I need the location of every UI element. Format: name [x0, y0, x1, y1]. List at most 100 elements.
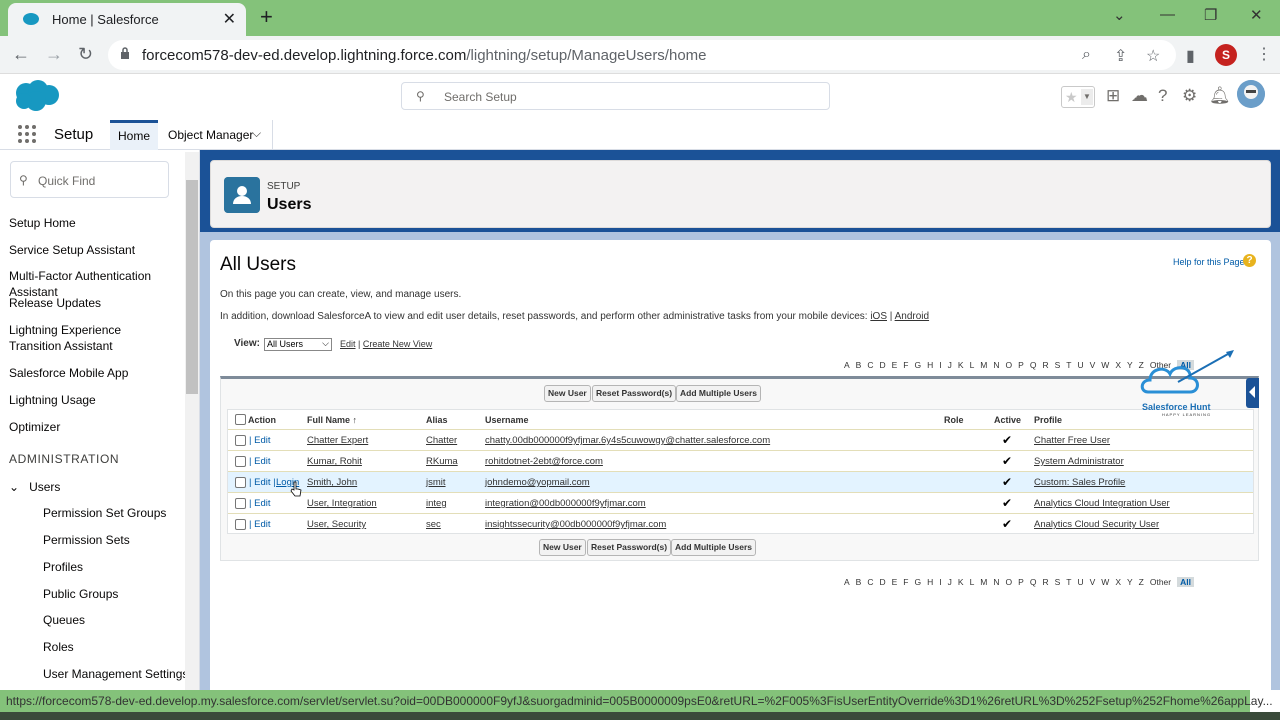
- row-profile[interactable]: System Administrator: [1034, 456, 1124, 467]
- sidebar-item-user-management-settings[interactable]: User Management Settings: [43, 667, 188, 681]
- row-checkbox[interactable]: [235, 477, 246, 488]
- alphabet-filter-h[interactable]: H: [927, 577, 933, 587]
- ios-link[interactable]: iOS: [870, 311, 887, 322]
- sidebar-item-setup-home[interactable]: Setup Home: [9, 215, 184, 231]
- alphabet-filter-d[interactable]: D: [879, 577, 885, 587]
- row-full-name[interactable]: User, Integration: [307, 498, 377, 509]
- alphabet-filter-m[interactable]: M: [980, 577, 987, 587]
- sidebar-item-mobile-app[interactable]: Salesforce Mobile App: [9, 365, 184, 381]
- user-avatar[interactable]: [1237, 80, 1265, 108]
- row-full-name[interactable]: Chatter Expert: [307, 435, 368, 446]
- alphabet-filter-e[interactable]: E: [892, 577, 898, 587]
- alphabet-filter-h[interactable]: H: [927, 360, 933, 370]
- alphabet-filter-a[interactable]: A: [844, 577, 850, 587]
- sidebar-item-users[interactable]: ⌄ Users: [9, 480, 60, 494]
- side-panel-toggle[interactable]: [1246, 378, 1259, 408]
- sidebar-item-lightning-usage[interactable]: Lightning Usage: [9, 392, 184, 408]
- alphabet-filter-t[interactable]: T: [1066, 577, 1071, 587]
- alphabet-filter-z[interactable]: Z: [1139, 577, 1144, 587]
- row-edit-link[interactable]: | Edit: [249, 498, 270, 509]
- column-header-full-name[interactable]: Full Name ↑: [307, 415, 357, 425]
- share-icon[interactable]: ⇪: [1114, 46, 1127, 66]
- minimize-icon[interactable]: —: [1160, 6, 1175, 23]
- alphabet-filter-k[interactable]: K: [958, 577, 964, 587]
- gear-icon[interactable]: ⚙: [1182, 86, 1197, 106]
- row-alias[interactable]: sec: [426, 519, 441, 530]
- column-header-role[interactable]: Role: [944, 415, 964, 425]
- row-checkbox[interactable]: [235, 435, 246, 446]
- alphabet-filter-j[interactable]: J: [948, 360, 952, 370]
- sidebar-item-permission-sets[interactable]: Permission Sets: [43, 533, 130, 547]
- alphabet-filter-d[interactable]: D: [879, 360, 885, 370]
- alphabet-filter-x[interactable]: X: [1115, 577, 1121, 587]
- alphabet-filter-f[interactable]: F: [903, 360, 908, 370]
- alphabet-filter-r[interactable]: R: [1042, 577, 1048, 587]
- new-user-button-bottom[interactable]: New User: [539, 539, 586, 556]
- select-all-checkbox[interactable]: [235, 414, 246, 425]
- add-multiple-users-button-bottom[interactable]: Add Multiple Users: [671, 539, 756, 556]
- alphabet-filter-i[interactable]: I: [939, 577, 941, 587]
- alphabet-filter-u[interactable]: U: [1077, 360, 1083, 370]
- row-full-name[interactable]: Kumar, Rohit: [307, 456, 362, 467]
- notifications-bell-icon[interactable]: 🔔︎: [1209, 86, 1231, 106]
- alphabet-filter-w[interactable]: W: [1101, 360, 1109, 370]
- alphabet-filter-o[interactable]: O: [1006, 577, 1013, 587]
- alphabet-filter-q[interactable]: Q: [1030, 360, 1037, 370]
- tab-object-manager[interactable]: Object Manager: [168, 128, 253, 142]
- alphabet-filter-x[interactable]: X: [1115, 360, 1121, 370]
- alphabet-filter-r[interactable]: R: [1042, 360, 1048, 370]
- alphabet-filter-k[interactable]: K: [958, 360, 964, 370]
- row-alias[interactable]: RKuma: [426, 456, 458, 467]
- tab-home[interactable]: Home: [110, 120, 158, 150]
- alphabet-filter-n[interactable]: N: [993, 360, 999, 370]
- alphabet-filter-f[interactable]: F: [903, 577, 908, 587]
- browser-menu-icon[interactable]: ⋮: [1256, 44, 1272, 64]
- row-username[interactable]: rohitdotnet-2ebt@force.com: [485, 456, 603, 467]
- reset-passwords-button[interactable]: Reset Password(s): [592, 385, 677, 402]
- back-icon[interactable]: ←: [12, 44, 30, 65]
- row-username[interactable]: johndemo@yopmail.com: [485, 477, 590, 488]
- row-full-name[interactable]: User, Security: [307, 519, 366, 530]
- sidebar-item-optimizer[interactable]: Optimizer: [9, 419, 184, 435]
- row-edit-link[interactable]: | Edit |: [249, 477, 276, 488]
- browser-tab[interactable]: Home | Salesforce ✕: [8, 3, 246, 36]
- row-checkbox[interactable]: [235, 456, 246, 467]
- sidebar-item-roles[interactable]: Roles: [43, 640, 74, 654]
- search-setup-input[interactable]: ⚲ Search Setup: [401, 82, 830, 110]
- alphabet-filter-m[interactable]: M: [980, 360, 987, 370]
- row-edit-link[interactable]: | Edit: [249, 456, 270, 467]
- row-username[interactable]: insightssecurity@00db000000f9yfjmar.com: [485, 519, 666, 530]
- alphabet-filter-b[interactable]: B: [856, 577, 862, 587]
- column-header-alias[interactable]: Alias: [426, 415, 448, 425]
- quick-find-input[interactable]: ⚲ Quick Find: [10, 161, 169, 198]
- sidebar-item-service-setup-assistant[interactable]: Service Setup Assistant: [9, 242, 184, 258]
- row-profile[interactable]: Analytics Cloud Integration User: [1034, 498, 1170, 509]
- alphabet-filter-v[interactable]: V: [1090, 360, 1096, 370]
- edit-view-link[interactable]: Edit: [340, 339, 356, 349]
- global-actions-icon[interactable]: ⊞: [1106, 86, 1120, 106]
- alphabet-filter-i[interactable]: I: [939, 360, 941, 370]
- url-field[interactable]: forcecom578-dev-ed.develop.lightning.for…: [108, 40, 1176, 70]
- alphabet-filter-b[interactable]: B: [856, 360, 862, 370]
- row-profile[interactable]: Custom: Sales Profile: [1034, 477, 1125, 488]
- trailhead-icon[interactable]: ☁: [1131, 86, 1148, 106]
- row-edit-link[interactable]: | Edit: [249, 519, 270, 530]
- alphabet-filter-t[interactable]: T: [1066, 360, 1071, 370]
- help-icon[interactable]: ?: [1158, 86, 1167, 106]
- alphabet-filter-y[interactable]: Y: [1127, 360, 1133, 370]
- alphabet-filter-all[interactable]: All: [1177, 577, 1194, 587]
- close-window-icon[interactable]: ✕: [1250, 6, 1263, 24]
- row-edit-link[interactable]: | Edit: [249, 435, 270, 446]
- salesforce-logo-icon[interactable]: [12, 79, 60, 113]
- alphabet-filter-p[interactable]: P: [1018, 577, 1024, 587]
- chevron-down-icon[interactable]: ⌵: [252, 126, 261, 141]
- alphabet-filter-s[interactable]: S: [1055, 360, 1061, 370]
- add-multiple-users-button[interactable]: Add Multiple Users: [676, 385, 761, 402]
- alphabet-filter-c[interactable]: C: [867, 360, 873, 370]
- forward-icon[interactable]: →: [45, 44, 63, 65]
- row-profile[interactable]: Analytics Cloud Security User: [1034, 519, 1159, 530]
- restore-icon[interactable]: ❐: [1204, 6, 1217, 24]
- column-header-username[interactable]: Username: [485, 415, 529, 425]
- alphabet-filter-n[interactable]: N: [993, 577, 999, 587]
- alphabet-filter-p[interactable]: P: [1018, 360, 1024, 370]
